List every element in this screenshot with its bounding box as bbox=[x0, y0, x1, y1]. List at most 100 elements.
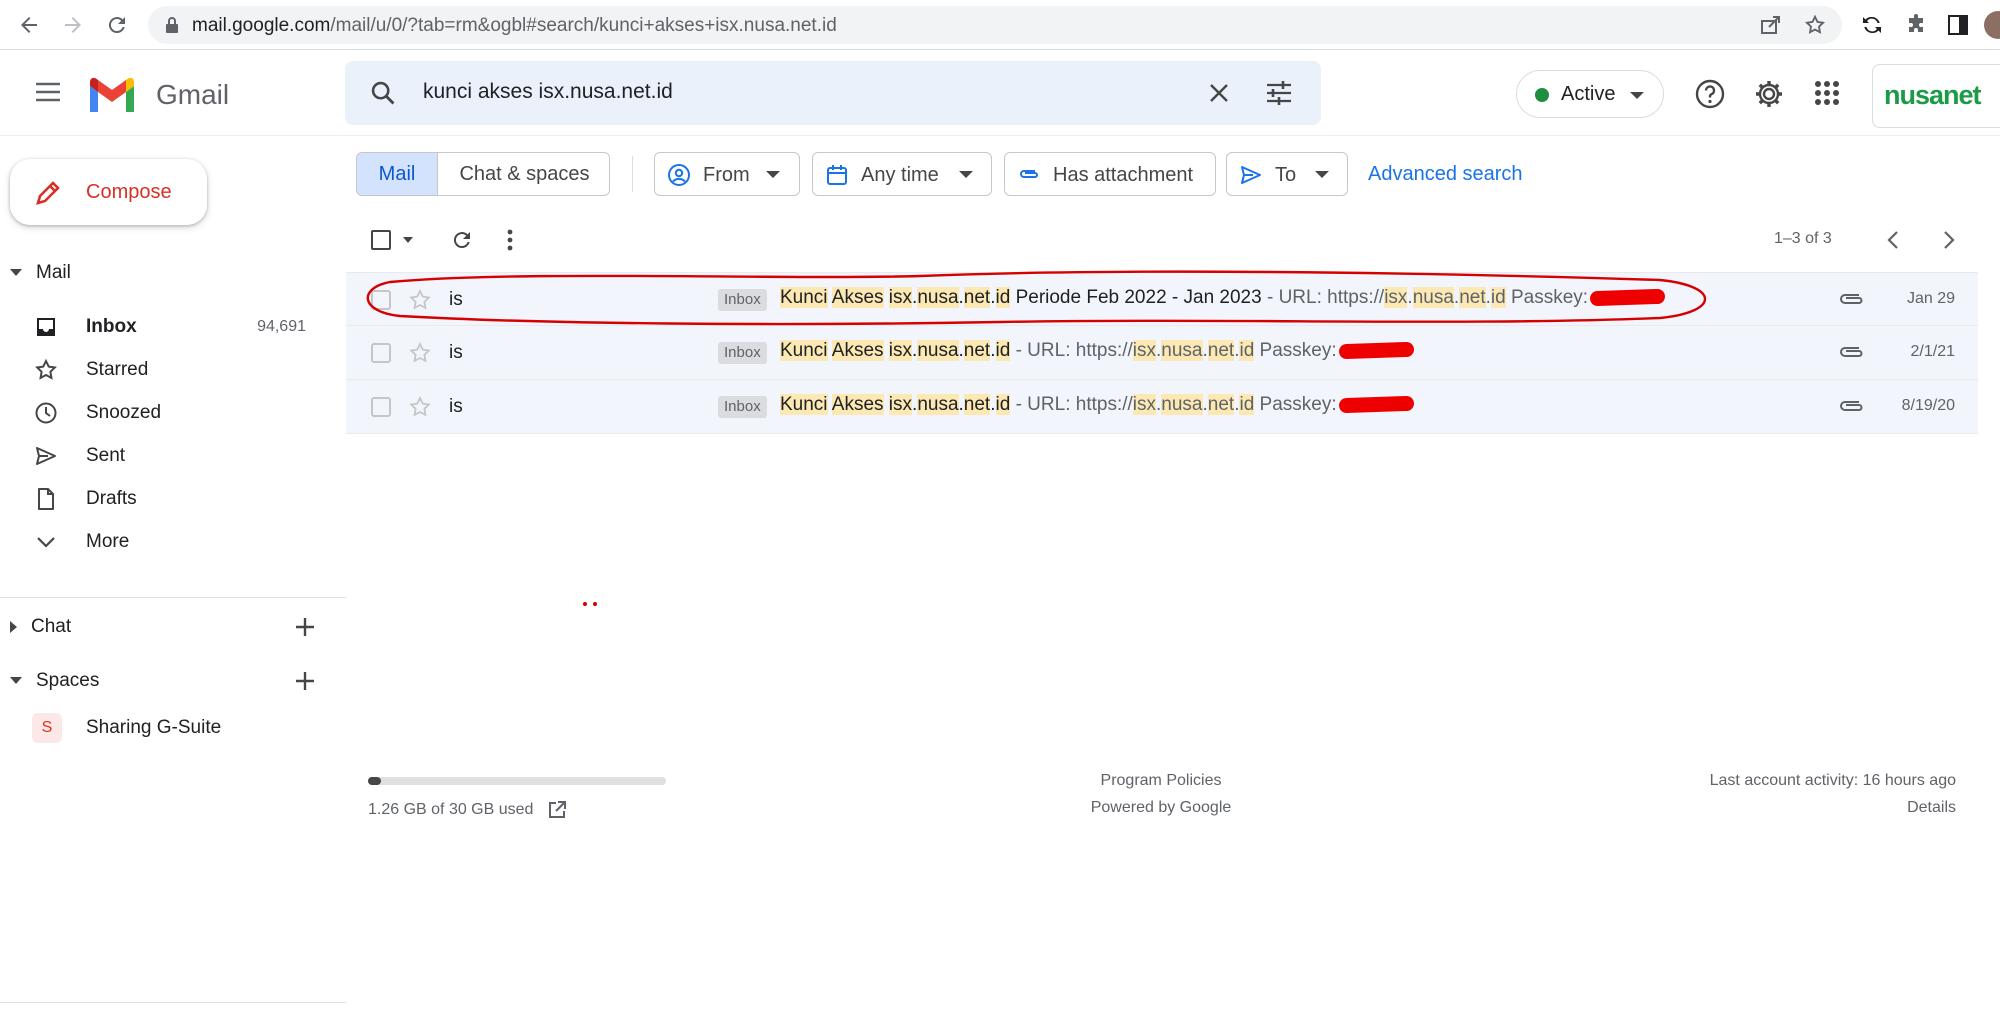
match-highlight: isx bbox=[888, 287, 913, 308]
more-options-icon[interactable] bbox=[506, 228, 514, 252]
inbox-label-badge[interactable]: Inbox bbox=[718, 289, 767, 311]
from-filter-chip[interactable]: From bbox=[654, 152, 800, 196]
new-space-plus-icon[interactable] bbox=[292, 668, 318, 694]
chevron-down-icon bbox=[1630, 92, 1644, 99]
row-checkbox[interactable] bbox=[371, 343, 391, 363]
activity-details-link[interactable]: Details bbox=[1907, 799, 1956, 817]
row-checkbox[interactable] bbox=[371, 397, 391, 417]
caret-right-icon bbox=[10, 620, 17, 633]
sidebar-item-snoozed[interactable]: Snoozed bbox=[0, 392, 330, 434]
snippet-text: - URL: https:// bbox=[1010, 394, 1133, 415]
match-highlight: id bbox=[995, 287, 1011, 308]
select-all-checkbox[interactable] bbox=[371, 230, 391, 250]
calendar-icon bbox=[825, 163, 849, 187]
date-filter-chip[interactable]: Any time bbox=[812, 152, 992, 196]
main-menu-icon[interactable] bbox=[34, 81, 62, 103]
profile-avatar[interactable] bbox=[1984, 11, 2000, 39]
scope-chat-tab[interactable]: Chat & spaces bbox=[437, 153, 609, 195]
inbox-icon bbox=[34, 315, 58, 339]
space-item-sharing-gsuite[interactable]: S Sharing G-Suite bbox=[0, 707, 330, 749]
refresh-icon[interactable] bbox=[450, 228, 474, 252]
sidebar-item-more[interactable]: More bbox=[0, 521, 330, 563]
email-row[interactable]: is Inbox Kunci Akses isx.nusa.net.id - U… bbox=[346, 380, 1978, 434]
dot: . bbox=[1407, 287, 1413, 308]
last-activity-text: Last account activity: 16 hours ago bbox=[1709, 772, 1956, 789]
address-bar[interactable]: mail.google.com/mail/u/0/?tab=rm&ogbl#se… bbox=[148, 6, 1842, 44]
bookmark-star-icon[interactable] bbox=[1804, 14, 1826, 36]
chat-section-header[interactable]: Chat bbox=[10, 616, 71, 638]
sidebar-item-sent[interactable]: Sent bbox=[0, 435, 330, 477]
to-filter-chip[interactable]: To bbox=[1226, 152, 1348, 196]
sidebar-item-starred[interactable]: Starred bbox=[0, 349, 330, 391]
attachment-icon bbox=[1838, 395, 1864, 419]
match-highlight: nusa bbox=[1161, 340, 1203, 361]
gmail-logo-icon[interactable] bbox=[86, 74, 138, 114]
sidebar-item-label: More bbox=[86, 531, 130, 552]
storage-usage-fill bbox=[368, 777, 381, 785]
extensions-icon[interactable] bbox=[1902, 11, 1930, 39]
passkey-label: Passkey: bbox=[1254, 394, 1337, 415]
spaces-section-header[interactable]: Spaces bbox=[10, 670, 99, 692]
search-bar[interactable]: kunci akses isx.nusa.net.id bbox=[345, 61, 1321, 125]
match-highlight: isx bbox=[1132, 340, 1157, 361]
inbox-label-badge[interactable]: Inbox bbox=[718, 396, 767, 418]
sender-name: is bbox=[449, 342, 463, 363]
star-icon[interactable] bbox=[407, 340, 433, 366]
clear-search-icon[interactable] bbox=[1207, 81, 1231, 105]
help-icon[interactable] bbox=[1694, 78, 1726, 110]
sidebar-item-drafts[interactable]: Drafts bbox=[0, 478, 330, 520]
advanced-search-link[interactable]: Advanced search bbox=[1368, 163, 1523, 186]
sidebar-bottom-divider bbox=[0, 1002, 346, 1003]
chip-label: Any time bbox=[861, 164, 939, 186]
star-icon[interactable] bbox=[407, 287, 433, 313]
status-selector[interactable]: Active bbox=[1516, 70, 1664, 118]
space-item-label: Sharing G-Suite bbox=[86, 717, 222, 738]
open-in-new-icon[interactable] bbox=[547, 800, 567, 820]
chat-section-label: Chat bbox=[31, 616, 72, 637]
url-text: mail.google.com/mail/u/0/?tab=rm&ogbl#se… bbox=[192, 15, 837, 37]
newer-page-chevron-left-icon[interactable] bbox=[1882, 228, 1906, 252]
star-icon[interactable] bbox=[407, 394, 433, 420]
email-row[interactable]: is Inbox Kunci Akses isx.nusa.net.id - U… bbox=[346, 326, 1978, 380]
sidebar-item-inbox[interactable]: Inbox 94,691 bbox=[0, 306, 330, 348]
match-highlight: Kunci bbox=[780, 287, 828, 308]
row-checkbox[interactable] bbox=[371, 290, 391, 310]
google-apps-icon[interactable] bbox=[1814, 80, 1840, 106]
scope-mail-tab[interactable]: Mail bbox=[357, 153, 437, 195]
forward-icon[interactable] bbox=[58, 10, 88, 40]
organization-logo[interactable]: nusanet bbox=[1872, 64, 2000, 128]
side-panel-icon[interactable] bbox=[1944, 11, 1972, 39]
app-name[interactable]: Gmail bbox=[156, 79, 229, 111]
star-icon bbox=[34, 358, 58, 382]
new-chat-plus-icon[interactable] bbox=[292, 614, 318, 640]
search-options-icon[interactable] bbox=[1265, 79, 1293, 107]
chip-label: To bbox=[1275, 164, 1297, 186]
match-highlight: nusa bbox=[917, 394, 959, 415]
older-page-chevron-right-icon[interactable] bbox=[1936, 228, 1960, 252]
email-date: Jan 29 bbox=[1906, 290, 1955, 307]
compose-button[interactable]: Compose bbox=[10, 159, 207, 225]
chevron-down-icon bbox=[1315, 171, 1329, 178]
search-icon[interactable] bbox=[369, 79, 397, 107]
back-icon[interactable] bbox=[14, 10, 44, 40]
passkey-label: Passkey: bbox=[1254, 340, 1337, 361]
match-highlight: id bbox=[995, 394, 1011, 415]
inbox-label-badge[interactable]: Inbox bbox=[718, 342, 767, 364]
settings-gear-icon[interactable] bbox=[1753, 78, 1785, 110]
match-highlight: id bbox=[1490, 287, 1506, 308]
match-highlight: Akses bbox=[831, 340, 884, 361]
paperclip-icon bbox=[1017, 163, 1041, 187]
search-scope-toggle: Mail Chat & spaces bbox=[356, 152, 610, 196]
share-icon[interactable] bbox=[1760, 15, 1782, 35]
reload-icon[interactable] bbox=[102, 10, 132, 40]
select-menu-caret-icon[interactable] bbox=[403, 237, 413, 243]
attachment-filter-chip[interactable]: Has attachment bbox=[1004, 152, 1216, 196]
lock-icon bbox=[164, 16, 180, 34]
search-input[interactable]: kunci akses isx.nusa.net.id bbox=[423, 80, 673, 104]
pencil-icon bbox=[34, 179, 62, 207]
program-policies-link[interactable]: Program Policies bbox=[1011, 772, 1311, 790]
compose-label: Compose bbox=[86, 181, 172, 203]
sync-extension-icon[interactable] bbox=[1858, 11, 1886, 39]
email-row[interactable]: is Inbox Kunci Akses isx.nusa.net.id Per… bbox=[346, 272, 1978, 326]
mail-section-header[interactable]: Mail bbox=[10, 262, 71, 284]
